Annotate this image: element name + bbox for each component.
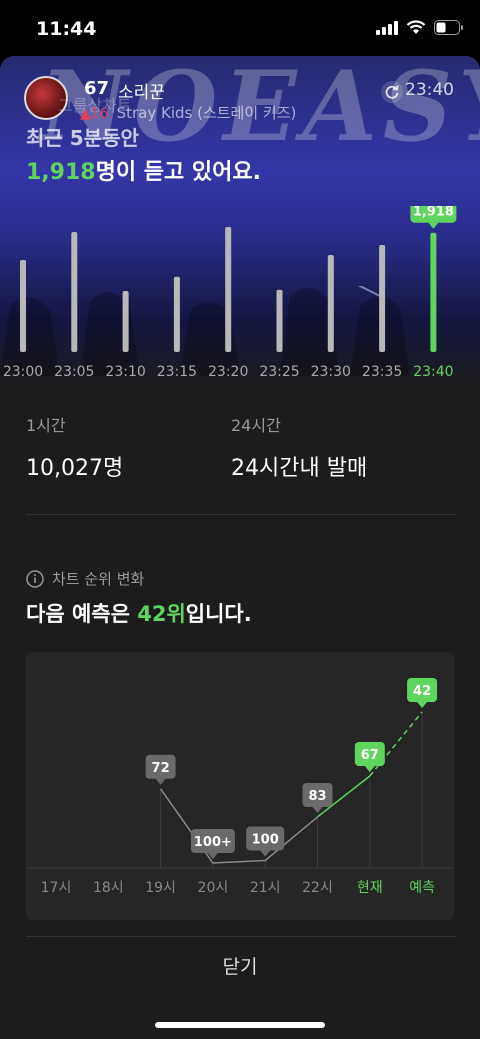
stat-day-value: 24시간내 발매 bbox=[231, 456, 368, 481]
x-tick-label: 22시 bbox=[302, 880, 333, 896]
info-icon bbox=[26, 569, 44, 588]
status-icons bbox=[376, 20, 464, 35]
x-tick-label: 23:25 bbox=[259, 364, 299, 380]
x-tick-label: 23:30 bbox=[311, 364, 351, 380]
stat-hour: 1시간 10,027명 bbox=[26, 412, 123, 482]
x-tick-label: 23:15 bbox=[157, 364, 197, 380]
chart-bar bbox=[20, 259, 26, 352]
data-label: 1,918 bbox=[413, 206, 454, 220]
rank-label: 67 bbox=[361, 748, 379, 763]
refresh-icon[interactable] bbox=[380, 80, 404, 104]
period-text: 최근 5분동안 bbox=[26, 126, 139, 150]
hero-banner: NOEASY 그룹상차트 67 소리꾼 ▲16Stray Kids (스트레이 … bbox=[0, 56, 480, 386]
chart-bar bbox=[71, 231, 78, 352]
history-line bbox=[159, 788, 318, 864]
wifi-icon bbox=[406, 20, 426, 34]
x-tick-label: 23:00 bbox=[3, 364, 43, 380]
divider bbox=[26, 514, 456, 515]
song-detail-sheet: NOEASY 그룹상차트 67 소리꾼 ▲16Stray Kids (스트레이 … bbox=[0, 56, 480, 1039]
song-title: 소리꾼 bbox=[118, 83, 165, 103]
status-time: 11:44 bbox=[36, 18, 97, 40]
listener-count: 1,918 bbox=[26, 160, 96, 185]
cellular-signal-icon bbox=[376, 20, 398, 35]
song-subtitle: ▲16 Stray Kids (스트레이 키즈) bbox=[80, 102, 296, 123]
x-tick-label: 21시 bbox=[250, 880, 281, 896]
chart-bar bbox=[276, 289, 283, 352]
data-label-pointer bbox=[428, 222, 439, 229]
rank-label-pointer bbox=[312, 806, 323, 813]
status-bar: 11:44 bbox=[0, 0, 480, 56]
rank-label: 100 bbox=[252, 832, 279, 847]
home-indicator bbox=[155, 1022, 325, 1028]
x-tick-label: 23:20 bbox=[208, 364, 248, 380]
stat-hour-value: 10,027명 bbox=[26, 456, 124, 481]
x-tick-label: 18시 bbox=[93, 880, 124, 896]
rank-label: 42 bbox=[413, 684, 431, 699]
rank-change-header[interactable]: 차트 순위 변화 bbox=[26, 568, 144, 589]
rank-line-chart: 17시 18시 19시 20시 21시 22시 현재 예측 72 100+ 100 83 67 42 bbox=[26, 678, 454, 896]
chart-bar bbox=[122, 291, 129, 352]
listener-suffix: 명이 듣고 있어요. bbox=[95, 160, 261, 185]
chart-bar bbox=[327, 254, 334, 352]
x-tick-label: 20시 bbox=[198, 880, 229, 896]
stat-day: 24시간 24시간내 발매 bbox=[231, 412, 367, 482]
prediction-rank: 42위 bbox=[137, 602, 186, 626]
rank-change: ▲16 bbox=[80, 106, 109, 122]
stat-day-label: 24시간 bbox=[231, 416, 281, 435]
x-tick-label: 23:05 bbox=[54, 364, 94, 380]
rank-label-pointer bbox=[417, 702, 428, 708]
chart-bar bbox=[225, 227, 232, 352]
stat-hour-label: 1시간 bbox=[26, 416, 66, 435]
rank-label: 72 bbox=[152, 761, 170, 776]
chart-bar bbox=[430, 232, 437, 352]
close-button[interactable]: 닫기 bbox=[0, 952, 480, 979]
artist-name: Stray Kids (스트레이 키즈) bbox=[116, 104, 297, 122]
battery-icon bbox=[434, 20, 463, 35]
x-tick-label: 19시 bbox=[145, 880, 176, 896]
listener-headline: 1,918명이 듣고 있어요. bbox=[26, 154, 261, 186]
rank-label-pointer bbox=[364, 766, 375, 772]
prediction-prefix: 다음 예측은 bbox=[26, 602, 138, 626]
rank-label: 100+ bbox=[194, 835, 232, 850]
listener-bar-chart: 23:00 23:05 23:10 23:15 23:20 23:25 23:30 23:35… bbox=[3, 206, 457, 380]
x-tick-label: 예측 bbox=[409, 880, 435, 896]
prediction-suffix: 입니다. bbox=[185, 602, 252, 626]
x-tick-label: 23:40 bbox=[413, 364, 453, 380]
x-tick-label: 23:35 bbox=[362, 364, 402, 380]
x-tick-label: 23:10 bbox=[105, 364, 145, 380]
rank-chart-card: 17시 18시 19시 20시 21시 22시 현재 예측 72 100+ 100 83 67 42 bbox=[26, 652, 454, 920]
x-tick-label: 현재 bbox=[357, 880, 383, 896]
divider bbox=[26, 936, 456, 937]
prediction-headline: 다음 예측은 42위입니다. bbox=[26, 598, 252, 628]
rank-change-title: 차트 순위 변화 bbox=[52, 570, 145, 588]
chart-bar bbox=[173, 276, 180, 352]
x-tick-label: 17시 bbox=[41, 880, 72, 896]
rank-label-pointer bbox=[155, 778, 166, 785]
rank-label: 83 bbox=[308, 789, 326, 804]
chart-bar bbox=[379, 245, 386, 352]
song-rank: 67 bbox=[84, 78, 110, 99]
refresh-time: 23:40 bbox=[405, 80, 454, 100]
rank-label-pointer bbox=[260, 850, 271, 857]
